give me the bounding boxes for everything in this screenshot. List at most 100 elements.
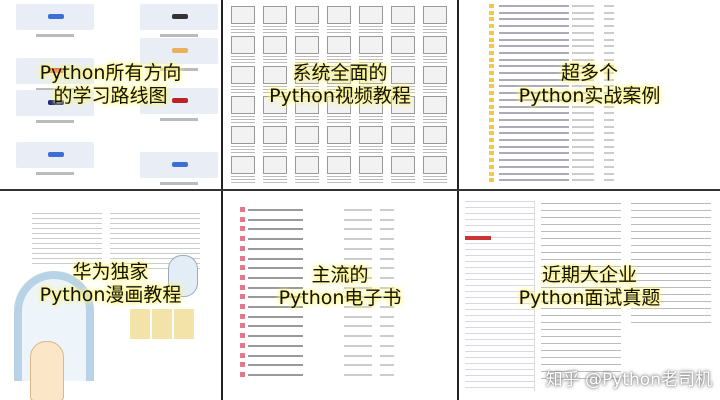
pdf-row-part — [380, 228, 394, 231]
pdf-row-part — [248, 257, 303, 260]
folder-row-part — [499, 152, 569, 155]
pdf-row-part — [248, 218, 303, 221]
pdf-row — [240, 226, 440, 232]
pdf-row-part — [240, 236, 245, 242]
video-title — [391, 176, 415, 185]
pdf-row-part — [248, 344, 303, 347]
folder-row-part — [604, 45, 614, 48]
mindmap-caption — [160, 118, 198, 121]
pdf-row — [240, 313, 440, 319]
pdf-row — [240, 216, 440, 222]
folder-row-part — [572, 5, 594, 7]
video-title — [391, 116, 415, 125]
folder-row-part — [604, 165, 614, 168]
folder-row-part — [489, 50, 494, 55]
pdf-row-part — [248, 364, 303, 367]
folder-row-part — [499, 125, 569, 128]
pdf-row — [240, 352, 440, 358]
video-thumbnail — [423, 36, 447, 54]
folder-row-part — [489, 117, 494, 122]
folder-row-part — [489, 30, 494, 35]
pdf-row-part — [380, 247, 394, 250]
pdf-row-part — [344, 373, 372, 376]
folder-row-part — [572, 38, 594, 41]
comic-table — [130, 309, 196, 339]
folder-row-part — [499, 31, 569, 34]
video-title — [231, 116, 255, 125]
video-title — [295, 26, 319, 35]
pdf-row — [240, 333, 440, 339]
folder-row-part — [499, 58, 569, 61]
mindmap-caption — [160, 34, 198, 37]
video-thumbnail — [263, 36, 287, 54]
folder-row-part — [572, 25, 594, 28]
folder-row-part — [604, 51, 614, 54]
mindmap-thumbnail — [16, 4, 94, 30]
folder-row-part — [499, 38, 569, 41]
folder-row-part — [489, 17, 494, 22]
panel-comic-tutorial: 华为独家 Python漫画教程 — [0, 191, 221, 400]
folder-row-part — [499, 51, 569, 54]
folder-row-part — [489, 37, 494, 42]
divider-vertical — [221, 0, 223, 400]
video-thumbnail — [423, 156, 447, 174]
pdf-row-part — [240, 313, 245, 319]
caption-ebooks: 主流的 Python电子书 — [223, 264, 457, 310]
folder-row-part — [489, 158, 494, 163]
folder-row — [489, 117, 689, 122]
pdf-row-part — [380, 344, 394, 347]
pdf-row-part — [344, 325, 372, 328]
pdf-row-part — [380, 373, 394, 376]
folder-row-part — [499, 45, 569, 48]
folder-row-part — [489, 124, 494, 129]
folder-row — [489, 10, 689, 15]
folder-row-part — [604, 118, 614, 121]
video-thumbnail — [231, 36, 255, 54]
video-thumbnail — [263, 156, 287, 174]
pdf-row-part — [380, 335, 394, 338]
pdf-row-part — [240, 323, 245, 329]
mindmap-thumbnail — [140, 38, 218, 64]
folder-row — [489, 17, 689, 22]
folder-row-part — [604, 31, 614, 34]
pdf-row-part — [248, 335, 303, 338]
video-title — [263, 146, 287, 155]
folder-row — [489, 178, 689, 183]
folder-row-part — [499, 139, 569, 141]
folder-row-part — [604, 152, 614, 155]
pdf-row-part — [380, 218, 394, 221]
pdf-row-part — [380, 238, 394, 241]
video-title — [231, 146, 255, 155]
pdf-row-part — [344, 257, 372, 260]
folder-row-part — [572, 179, 594, 182]
video-thumbnail — [391, 6, 415, 24]
folder-row-part — [499, 132, 569, 135]
pdf-row-part — [248, 228, 303, 231]
divider-horizontal — [0, 189, 720, 191]
pdf-row-part — [240, 207, 245, 212]
pdf-row-part — [240, 362, 245, 368]
video-thumbnail — [295, 126, 319, 144]
pdf-row — [240, 362, 440, 368]
folder-row-part — [572, 165, 594, 168]
video-title — [423, 146, 447, 155]
panel-video-tutorials: 系统全面的 Python视频教程 — [223, 0, 457, 189]
caption-line: Python面试真题 — [518, 287, 661, 309]
folder-row-part — [604, 58, 614, 61]
folder-row-part — [499, 165, 569, 168]
folder-row-part — [489, 10, 494, 15]
video-thumbnail — [391, 126, 415, 144]
panel-ebooks: 主流的 Python电子书 — [223, 191, 457, 400]
pdf-row-part — [344, 315, 372, 318]
folder-row — [489, 37, 689, 42]
caption-line: 主流的 — [311, 264, 369, 286]
video-thumbnail — [295, 6, 319, 24]
folder-row-part — [604, 5, 614, 7]
folder-row-part — [572, 11, 594, 14]
video-title — [263, 176, 287, 185]
folder-row-part — [604, 159, 614, 162]
folder-row — [489, 30, 689, 35]
caption-line: 的学习路线图 — [53, 85, 168, 107]
mindmap-thumbnail — [140, 152, 218, 178]
mindmap-caption — [160, 182, 198, 185]
